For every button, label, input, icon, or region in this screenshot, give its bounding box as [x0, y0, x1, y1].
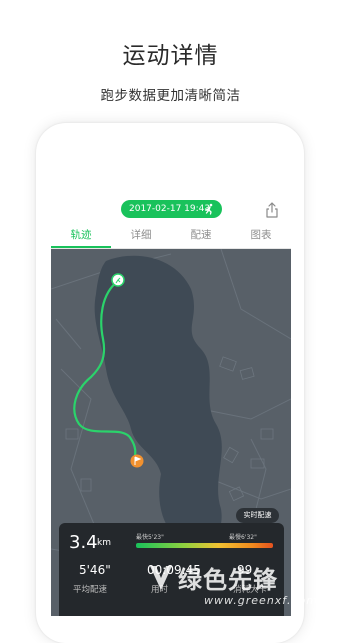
fastest-pace-label: 最快5'23" — [136, 534, 164, 541]
flag-marker-icon — [130, 454, 144, 468]
tab-pace[interactable]: 配速 — [171, 222, 231, 248]
active-tab-indicator — [51, 246, 111, 248]
datetime-text: 2017-02-17 19:43 — [129, 204, 211, 214]
tab-bar: 轨迹 详细 配速 图表 — [51, 222, 291, 249]
datetime-pill[interactable]: 2017-02-17 19:43 — [121, 200, 222, 218]
runner-icon — [204, 203, 213, 215]
page-subtitle: 跑步数据更加清晰简洁 — [100, 88, 241, 104]
share-icon[interactable] — [265, 202, 279, 218]
watermark-name: 绿色先锋 — [178, 566, 278, 594]
greenxf-logo-icon — [150, 566, 172, 590]
realtime-pace-button[interactable]: 实时配速 — [236, 508, 279, 523]
avg-pace-value: 5'46" — [79, 563, 111, 577]
avg-pace-label: 平均配速 — [73, 585, 108, 595]
lake-shape — [94, 255, 222, 545]
pace-gradient-bar — [136, 543, 273, 548]
runner-marker-icon — [111, 273, 125, 287]
slowest-pace-label: 最慢6'32" — [229, 534, 257, 541]
tab-track[interactable]: 轨迹 — [51, 222, 111, 248]
page-title: 运动详情 — [122, 43, 219, 69]
distance-value: 3.4 — [69, 532, 98, 553]
watermark: 绿色先锋 www.greenxf.com — [148, 560, 341, 616]
tab-details[interactable]: 详细 — [111, 222, 171, 248]
watermark-url: www.greenxf.com — [204, 594, 318, 607]
distance-unit: km — [97, 538, 111, 548]
tab-chart[interactable]: 图表 — [231, 222, 291, 248]
